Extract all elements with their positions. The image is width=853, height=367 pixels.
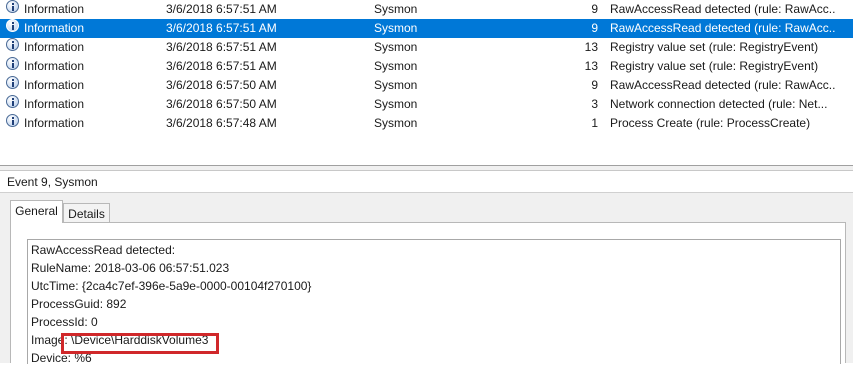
event-id: 9 <box>591 2 598 16</box>
event-date: 3/6/2018 6:57:50 AM <box>166 97 277 111</box>
event-task: Process Create (rule: ProcessCreate) <box>610 116 811 130</box>
information-icon <box>6 0 19 13</box>
event-date: 3/6/2018 6:57:51 AM <box>166 2 277 16</box>
event-row[interactable]: Information 3/6/2018 6:57:50 AM Sysmon 9… <box>0 76 853 95</box>
event-level: Information <box>24 116 85 130</box>
event-task: RawAccessRead detected (rule: RawAcc... <box>610 21 836 35</box>
event-id: 1 <box>591 116 598 130</box>
event-details-pane: Event 9, Sysmon General Details RawAcces… <box>0 170 853 365</box>
event-level: Information <box>24 40 85 54</box>
event-message-box[interactable]: RawAccessRead detected: RuleName: 2018-0… <box>27 239 841 365</box>
information-icon <box>6 76 19 89</box>
event-source: Sysmon <box>374 116 418 130</box>
information-icon <box>6 38 19 51</box>
event-date: 3/6/2018 6:57:48 AM <box>166 116 277 130</box>
message-line: RawAccessRead detected: <box>31 243 176 257</box>
event-level: Information <box>24 78 85 92</box>
tab-details[interactable]: Details <box>63 203 110 224</box>
tab-general[interactable]: General <box>10 200 63 223</box>
event-id: 9 <box>591 78 598 92</box>
event-level: Information <box>24 21 85 35</box>
event-source: Sysmon <box>374 97 418 111</box>
event-source: Sysmon <box>374 40 418 54</box>
event-source: Sysmon <box>374 21 418 35</box>
event-id: 3 <box>591 97 598 111</box>
event-level: Information <box>24 59 85 73</box>
information-icon <box>6 19 19 32</box>
event-level: Information <box>24 97 85 111</box>
event-task: RawAccessRead detected (rule: RawAcc... <box>610 2 836 16</box>
event-row[interactable]: Information 3/6/2018 6:57:51 AM Sysmon 1… <box>0 38 853 57</box>
event-task: Registry value set (rule: RegistryEvent) <box>610 40 819 54</box>
information-icon <box>6 114 19 127</box>
event-task: RawAccessRead detected (rule: RawAcc... <box>610 78 836 92</box>
event-date: 3/6/2018 6:57:51 AM <box>166 40 277 54</box>
event-source: Sysmon <box>374 59 418 73</box>
event-row[interactable]: Information 3/6/2018 6:57:50 AM Sysmon 3… <box>0 95 853 114</box>
message-line: RuleName: 2018-03-06 06:57:51.023 <box>31 261 230 275</box>
event-date: 3/6/2018 6:57:51 AM <box>166 21 277 35</box>
event-level: Information <box>24 2 85 16</box>
information-icon <box>6 57 19 70</box>
message-line: ProcessId: 0 <box>31 315 98 329</box>
event-task: Registry value set (rule: RegistryEvent) <box>610 59 819 73</box>
event-task: Network connection detected (rule: Net..… <box>610 97 828 111</box>
details-title: Event 9, Sysmon <box>0 171 853 193</box>
event-row-selected[interactable]: Information 3/6/2018 6:57:51 AM Sysmon 9… <box>0 19 853 38</box>
event-source: Sysmon <box>374 2 418 16</box>
event-source: Sysmon <box>374 78 418 92</box>
highlight-annotation-box <box>61 333 219 354</box>
event-date: 3/6/2018 6:57:51 AM <box>166 59 277 73</box>
event-id: 13 <box>584 40 598 54</box>
event-date: 3/6/2018 6:57:50 AM <box>166 78 277 92</box>
event-id: 13 <box>584 59 598 73</box>
event-list[interactable]: Information 3/6/2018 6:57:51 AM Sysmon 9… <box>0 0 853 165</box>
general-tab-panel: RawAccessRead detected: RuleName: 2018-0… <box>10 222 846 365</box>
event-row[interactable]: Information 3/6/2018 6:57:51 AM Sysmon 9… <box>0 0 853 19</box>
event-row[interactable]: Information 3/6/2018 6:57:51 AM Sysmon 1… <box>0 57 853 76</box>
message-line: UtcTime: {2ca4c7ef-396e-5a9e-0000-00104f… <box>31 279 312 293</box>
information-icon <box>6 95 19 108</box>
event-id: 9 <box>591 21 598 35</box>
message-line: ProcessGuid: 892 <box>31 297 127 311</box>
event-row[interactable]: Information 3/6/2018 6:57:48 AM Sysmon 1… <box>0 114 853 133</box>
